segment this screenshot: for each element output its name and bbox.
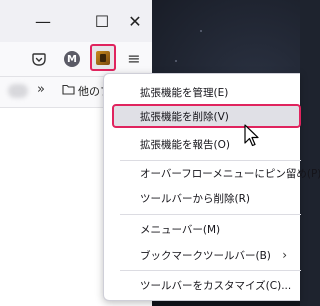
menu-item-label: 拡張機能を報告(O): [140, 138, 230, 151]
menu-item-pin-to-overflow[interactable]: オーバーフローメニューにピン留め(P): [112, 161, 320, 185]
minimize-icon: —: [35, 11, 51, 31]
menu-item-label: オーバーフローメニューにピン留め(P): [140, 167, 320, 180]
star-decoration: [175, 60, 177, 62]
menu-item-label: 拡張機能を管理(E): [140, 86, 229, 99]
close-button[interactable]: ✕: [124, 10, 146, 32]
hamburger-icon: ≡: [127, 48, 141, 68]
menu-item-report-extension[interactable]: 拡張機能を報告(O): [112, 132, 301, 156]
folder-icon: [62, 84, 75, 95]
minimize-button[interactable]: —: [32, 10, 54, 32]
pocket-button[interactable]: [30, 50, 48, 68]
menu-item-label: メニューバー(M): [140, 223, 221, 236]
bookmarks-overflow-chevron-icon[interactable]: »: [37, 82, 45, 97]
menu-item-menu-bar[interactable]: メニューバー(M): [112, 217, 301, 241]
menu-item-label: 拡張機能を削除(V): [140, 110, 229, 123]
menu-item-customize-toolbar[interactable]: ツールバーをカスタマイズ(C)...: [112, 273, 301, 297]
star-decoration: [200, 30, 202, 32]
account-avatar: M: [67, 53, 77, 65]
menu-item-remove-extension[interactable]: 拡張機能を削除(V): [112, 104, 301, 128]
extension-context-menu: 拡張機能を管理(E) 拡張機能を削除(V) 拡張機能を報告(O) オーバーフロー…: [103, 73, 320, 301]
blurred-bookmark[interactable]: [8, 84, 28, 98]
menu-item-remove-from-toolbar[interactable]: ツールバーから削除(R): [112, 186, 301, 210]
menu-item-label: ブックマークツールバー(B): [140, 249, 271, 262]
account-button[interactable]: M: [64, 51, 80, 67]
maximize-button[interactable]: ☐: [91, 10, 113, 32]
menu-separator: [120, 270, 301, 271]
menu-item-bookmarks-toolbar[interactable]: ブックマークツールバー(B) ›: [112, 243, 301, 267]
submenu-chevron-icon: ›: [282, 248, 287, 262]
mouse-cursor-icon: [244, 124, 259, 147]
menu-item-label: ツールバーから削除(R): [140, 192, 250, 205]
extension-icon: [96, 51, 110, 65]
pocket-icon: [32, 52, 46, 66]
maximize-icon: ☐: [94, 11, 110, 31]
close-icon: ✕: [128, 11, 142, 31]
menu-item-manage-extension[interactable]: 拡張機能を管理(E): [112, 80, 301, 104]
menu-separator: [120, 214, 301, 215]
menu-item-label: ツールバーをカスタマイズ(C)...: [140, 279, 292, 292]
app-menu-button[interactable]: ≡: [124, 48, 144, 68]
